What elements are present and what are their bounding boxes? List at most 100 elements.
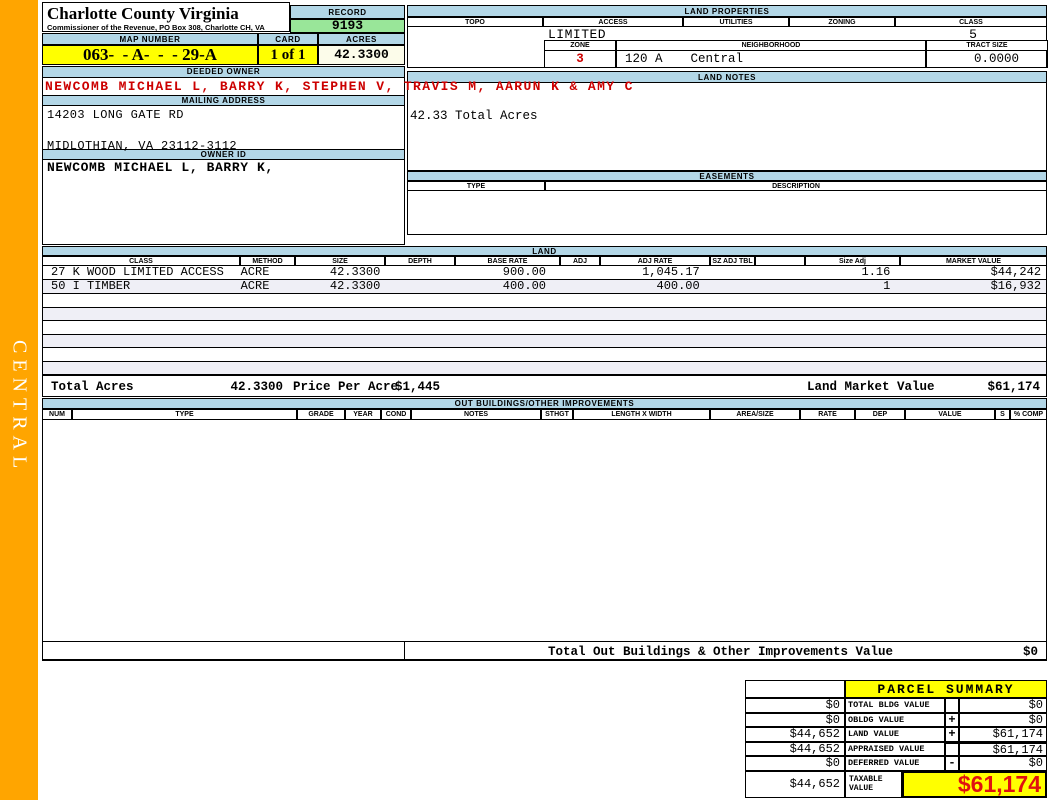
row-label: DEFERRED VALUE xyxy=(845,756,945,771)
out-buildings-body xyxy=(42,420,1047,641)
land-market-value-total: $61,174 xyxy=(987,380,1040,394)
land-row-empty xyxy=(42,362,1047,376)
price-per-acre-value: $1,445 xyxy=(395,380,440,394)
land-notes-box: 42.33 Total Acres xyxy=(407,83,1047,171)
row-operator xyxy=(945,742,959,757)
prior-value: $44,652 xyxy=(745,727,845,742)
land-sz-adj-tbl xyxy=(710,266,755,279)
tract-size-header: TRACT SIZE xyxy=(926,40,1048,51)
area-size-header: AREA/SIZE xyxy=(710,409,800,420)
total-acres-value: 42.3300 xyxy=(173,380,283,394)
row-operator: + xyxy=(945,713,959,728)
summary-row-obldg: $0 OBLDG VALUE + $0 xyxy=(745,713,1047,728)
land-blank xyxy=(755,280,805,293)
row-operator xyxy=(945,698,959,713)
num-header: NUM xyxy=(42,409,72,420)
land-depth xyxy=(385,266,455,279)
out-buildings-total-label: Total Out Buildings & Other Improvements… xyxy=(548,645,893,659)
year-header: YEAR xyxy=(345,409,381,420)
county-subtitle: Commissioner of the Revenue, PO Box 308,… xyxy=(47,23,285,32)
land-market-value: $16,932 xyxy=(899,280,1046,293)
land-properties-header: LAND PROPERTIES xyxy=(407,5,1047,17)
row-label: APPRAISED VALUE xyxy=(845,742,945,757)
acres-header: ACRES xyxy=(318,33,405,45)
divider xyxy=(404,642,405,659)
notes-header: NOTES xyxy=(411,409,541,420)
land-adj xyxy=(560,280,600,293)
taxable-value-label: TAXABLE VALUE xyxy=(845,771,902,798)
property-record-card: CENTRAL Charlotte County Virginia Commis… xyxy=(0,0,1050,800)
value-header: VALUE xyxy=(905,409,995,420)
row-value: $61,174 xyxy=(959,727,1047,742)
county-title: Charlotte County Virginia xyxy=(47,4,285,23)
card-value: 1 of 1 xyxy=(258,45,318,65)
land-class: 27 K WOOD LIMITED ACCESS xyxy=(43,266,241,279)
record-header: RECORD xyxy=(290,5,405,19)
land-base-rate: 400.00 xyxy=(455,280,560,293)
summary-row-deferred: $0 DEFERRED VALUE - $0 xyxy=(745,756,1047,771)
row-operator: + xyxy=(945,727,959,742)
grade-header: GRADE xyxy=(297,409,345,420)
land-row-empty xyxy=(42,335,1047,349)
land-blank xyxy=(755,266,805,279)
district-label: CENTRAL xyxy=(0,332,38,482)
price-per-acre-label: Price Per Acre xyxy=(293,380,398,394)
land-adj xyxy=(560,266,600,279)
row-label: OBLDG VALUE xyxy=(845,713,945,728)
prior-value: $0 xyxy=(745,756,845,771)
acres-value: 42.3300 xyxy=(318,45,405,65)
land-row-empty xyxy=(42,321,1047,335)
sz-adj-tbl-header: SZ ADJ TBL xyxy=(710,256,755,266)
land-properties-column-headers: TOPO ACCESS UTILITIES ZONING CLASS xyxy=(407,17,1047,27)
land-adj-rate: 400.00 xyxy=(600,280,710,293)
row-value: $0 xyxy=(959,756,1047,771)
zone-neighborhood-table: ZONE NEIGHBORHOOD TRACT SIZE 3 120 ACent… xyxy=(544,40,1048,68)
neighborhood-code: 120 A xyxy=(625,52,663,66)
utilities-column-header: UTILITIES xyxy=(683,17,789,27)
row-value: $0 xyxy=(959,698,1047,713)
tract-size-value: 0.0000 xyxy=(926,51,1048,68)
parcel-summary: PARCEL SUMMARY $0 TOTAL BLDG VALUE $0 $0… xyxy=(745,680,1047,797)
deeded-owner-header: DEEDED OWNER xyxy=(43,67,404,78)
zoning-column-header: ZONING xyxy=(789,17,895,27)
parcel-summary-blank-cell xyxy=(745,680,845,698)
map-number-value: 063- - A- - - 29-A xyxy=(42,45,258,65)
neighborhood-value: 120 ACentral xyxy=(616,51,926,68)
easement-type-header: TYPE xyxy=(407,181,545,191)
map-number-header: MAP NUMBER xyxy=(42,33,258,45)
parcel-summary-title: PARCEL SUMMARY xyxy=(845,680,1047,698)
mailing-address: 14203 LONG GATE RD MIDLOTHIAN, VA 23112-… xyxy=(43,106,404,149)
row-operator: - xyxy=(945,756,959,771)
blank-header xyxy=(755,256,805,266)
access-column-header: ACCESS xyxy=(543,17,683,27)
land-size-adj: 1 xyxy=(805,280,900,293)
land-adj-rate: 1,045.17 xyxy=(600,266,710,279)
zone-value: 3 xyxy=(544,51,616,68)
land-totals-row: Total Acres 42.3300 Price Per Acre $1,44… xyxy=(42,375,1047,397)
easements-header: EASEMENTS xyxy=(407,171,1047,181)
depth-header: DEPTH xyxy=(385,256,455,266)
dep-header: DEP xyxy=(855,409,905,420)
land-market-value: $44,242 xyxy=(899,266,1046,279)
owner-id-value: NEWCOMB MICHAEL L, BARRY K, xyxy=(43,160,404,177)
row-label: TOTAL BLDG VALUE xyxy=(845,698,945,713)
adj-header: ADJ xyxy=(560,256,600,266)
total-acres-label: Total Acres xyxy=(51,380,134,394)
prior-value: $44,652 xyxy=(745,742,845,757)
land-size: 42.3300 xyxy=(296,280,386,293)
land-properties-values: LIMITED 5 ZONE NEIGHBORHOOD TRACT SIZE 3… xyxy=(407,27,1047,68)
easement-description-header: DESCRIPTION xyxy=(545,181,1047,191)
mailing-address-header: MAILING ADDRESS xyxy=(43,95,404,106)
land-size: 42.3300 xyxy=(296,266,386,279)
land-sz-adj-tbl xyxy=(710,280,755,293)
land-rows: 27 K WOOD LIMITED ACCESS ACRE 42.3300 90… xyxy=(42,266,1047,375)
summary-row-land: $44,652 LAND VALUE + $61,174 xyxy=(745,727,1047,742)
land-base-rate: 900.00 xyxy=(455,266,560,279)
topo-column-header: TOPO xyxy=(407,17,543,27)
summary-row-total-bldg: $0 TOTAL BLDG VALUE $0 xyxy=(745,698,1047,713)
land-row-empty xyxy=(42,308,1047,322)
pct-comp-header: % COMP xyxy=(1010,409,1047,420)
record-value: 9193 xyxy=(290,19,405,33)
row-label: LAND VALUE xyxy=(845,727,945,742)
taxable-value: $61,174 xyxy=(902,771,1047,798)
